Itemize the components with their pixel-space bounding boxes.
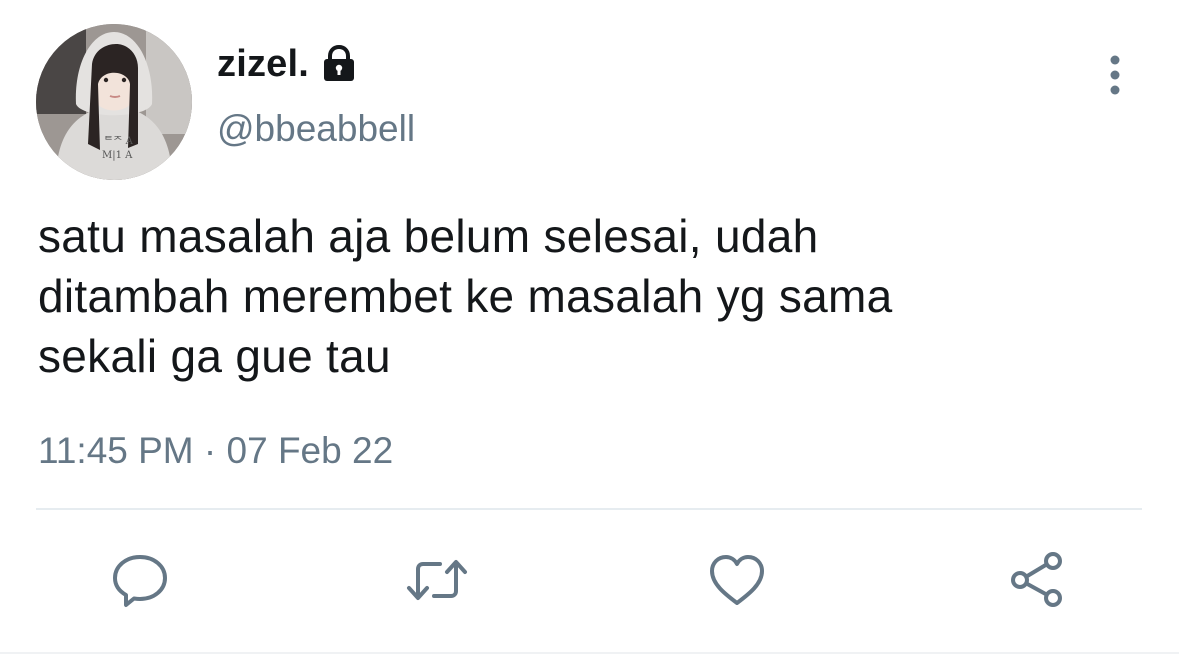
tweet-text: satu masalah aja belum selesai, udah dit… xyxy=(38,206,1138,386)
author-handle[interactable]: @bbeabbell xyxy=(217,108,415,150)
tweet-timestamp[interactable]: 11:45 PM · 07 Feb 22 xyxy=(38,430,393,472)
share-button[interactable] xyxy=(1007,551,1067,609)
author-name-row: zizel. xyxy=(217,42,357,86)
heart-icon xyxy=(707,551,767,609)
retweet-button[interactable] xyxy=(407,551,467,609)
more-vertical-icon[interactable] xyxy=(1100,54,1130,98)
avatar-photo: ᄐᄌ A M|1 A xyxy=(36,24,192,180)
tweet-text-line: satu masalah aja belum selesai, udah xyxy=(38,210,819,262)
retweet-icon xyxy=(404,551,470,609)
display-name[interactable]: zizel. xyxy=(217,43,309,86)
tweet-card: ᄐᄌ A M|1 A zizel. @bbeabbell satu masala… xyxy=(0,0,1179,672)
tweet-text-line: sekali ga gue tau xyxy=(38,330,391,382)
bottom-divider xyxy=(0,652,1179,654)
tweet-text-line: ditambah merembet ke masalah yg sama xyxy=(38,270,893,322)
avatar[interactable]: ᄐᄌ A M|1 A xyxy=(36,24,192,180)
lock-icon xyxy=(321,45,357,83)
reply-button[interactable] xyxy=(110,551,170,609)
svg-text:ᄐᄌ A: ᄐᄌ A xyxy=(104,136,134,147)
share-icon xyxy=(1007,551,1067,609)
tweet-time: 11:45 PM xyxy=(38,430,194,471)
reply-icon xyxy=(110,551,170,609)
meta-separator: · xyxy=(203,430,217,471)
svg-text:M|1 A: M|1 A xyxy=(102,150,133,161)
tweet-date: 07 Feb 22 xyxy=(226,430,394,471)
like-button[interactable] xyxy=(707,551,767,609)
divider xyxy=(36,508,1142,510)
